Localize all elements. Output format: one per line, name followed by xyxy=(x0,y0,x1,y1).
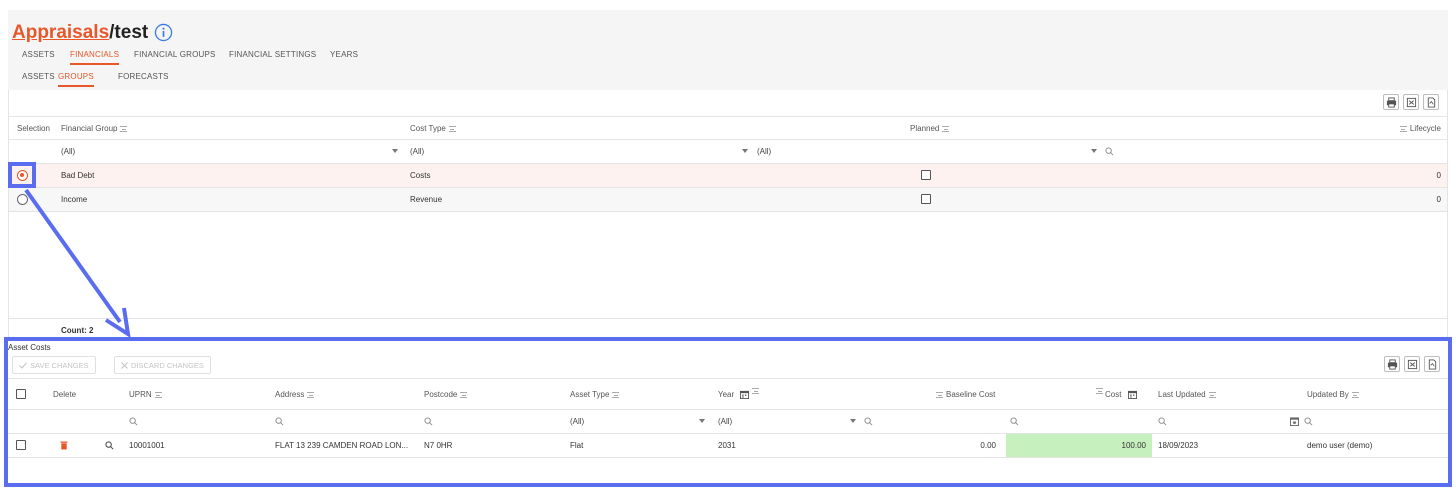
tab-years[interactable]: YEARS xyxy=(330,50,358,63)
cell-cost-type: Costs xyxy=(410,171,431,180)
cell-cost-type: Revenue xyxy=(410,195,443,204)
subtab-assets[interactable]: ASSETS xyxy=(22,72,55,85)
print-icon[interactable] xyxy=(1383,94,1399,110)
groups-filter-row: (All) (All) (All) xyxy=(9,140,1447,164)
annotation-highlight-selection xyxy=(8,162,36,188)
footer-divider xyxy=(9,318,1447,319)
export-pdf-icon[interactable] xyxy=(1423,94,1439,110)
row-count: Count: 2 xyxy=(61,326,94,335)
col-financial-group[interactable]: Financial Group xyxy=(61,124,128,133)
filter-financial-group[interactable]: (All) xyxy=(61,147,75,156)
export-excel-icon[interactable] xyxy=(1403,94,1419,110)
filter-icon[interactable] xyxy=(448,125,456,132)
planned-checkbox[interactable] xyxy=(921,170,931,180)
col-lifecycle[interactable]: Lifecycle xyxy=(1399,124,1441,133)
groups-grid: Selection Financial Group Cost Type Plan… xyxy=(8,90,1448,338)
tab-financial-settings[interactable]: FINANCIAL SETTINGS xyxy=(229,50,316,63)
chevron-down-icon[interactable] xyxy=(1091,149,1097,153)
row-select-radio[interactable] xyxy=(17,194,28,205)
filter-icon[interactable] xyxy=(942,125,950,132)
cell-financial-group: Income xyxy=(61,195,88,204)
cell-financial-group: Bad Debt xyxy=(61,171,95,180)
tab-financials[interactable]: FINANCIALS xyxy=(70,50,120,65)
cell-lifecycle: 0 xyxy=(1436,171,1441,180)
subtab-groups[interactable]: GROUPS xyxy=(58,72,94,87)
tab-assets[interactable]: ASSETS xyxy=(22,50,55,63)
annotation-highlight-asset-costs xyxy=(4,337,1452,487)
breadcrumb-appraisals-link[interactable]: Appraisals xyxy=(12,22,109,43)
filter-icon[interactable] xyxy=(1399,125,1407,132)
page: Appraisals/test ASSETS FINANCIALS FINANC… xyxy=(0,0,1456,494)
col-planned[interactable]: Planned xyxy=(910,124,950,133)
table-row[interactable]: Bad Debt Costs 0 xyxy=(9,164,1447,188)
breadcrumb-current: /test xyxy=(109,22,149,43)
title-bar xyxy=(8,10,1448,46)
search-icon[interactable] xyxy=(1105,147,1114,156)
info-icon[interactable] xyxy=(154,23,173,42)
table-row[interactable]: Income Revenue 0 xyxy=(9,188,1447,212)
col-cost-type[interactable]: Cost Type xyxy=(410,124,456,133)
cell-lifecycle: 0 xyxy=(1436,195,1441,204)
planned-checkbox[interactable] xyxy=(921,194,931,204)
filter-cost-type[interactable]: (All) xyxy=(410,147,424,156)
groups-header-row: Selection Financial Group Cost Type Plan… xyxy=(9,116,1447,140)
filter-icon[interactable] xyxy=(120,125,128,132)
primary-tabs: ASSETS FINANCIALS FINANCIAL GROUPS FINAN… xyxy=(8,46,1448,68)
col-selection: Selection xyxy=(17,124,50,133)
filter-planned[interactable]: (All) xyxy=(757,147,771,156)
groups-toolbar xyxy=(1383,94,1439,110)
chevron-down-icon[interactable] xyxy=(742,149,748,153)
chevron-down-icon[interactable] xyxy=(392,149,398,153)
tab-financial-groups[interactable]: FINANCIAL GROUPS xyxy=(134,50,216,63)
secondary-tabs: ASSETS GROUPS FORECASTS xyxy=(8,68,1448,90)
subtab-forecasts[interactable]: FORECASTS xyxy=(118,72,169,85)
page-title: Appraisals/test xyxy=(12,22,148,44)
